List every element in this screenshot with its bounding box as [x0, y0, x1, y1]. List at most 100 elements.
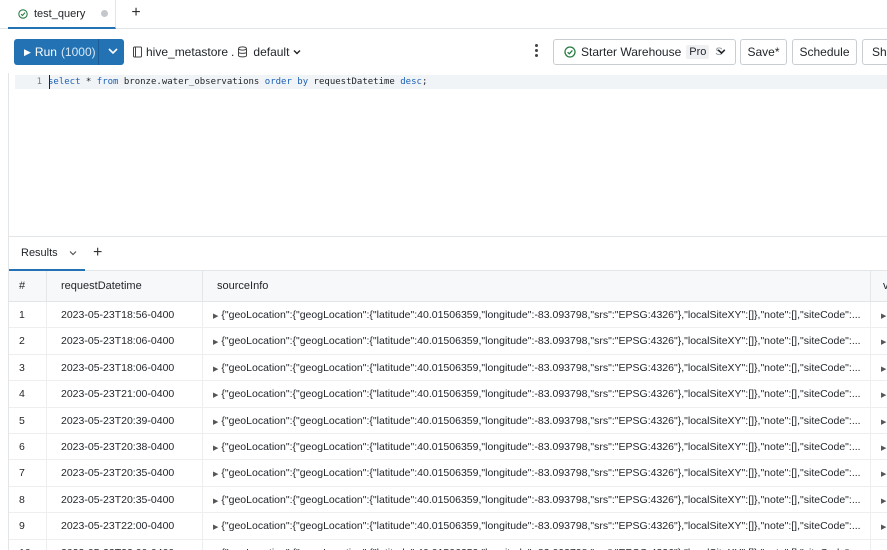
sql-text: requestDatetime: [308, 77, 401, 87]
cell-values[interactable]: ▶[{: [870, 539, 887, 550]
cell-sourceinfo[interactable]: ▶{"geoLocation":{"geogLocation":{"latitu…: [202, 328, 870, 355]
expand-triangle-icon[interactable]: ▶: [881, 313, 886, 320]
expand-triangle-icon[interactable]: ▶: [881, 524, 886, 531]
sql-editor-window: test_query + ▶ Run (1000) hive_metastore…: [0, 0, 887, 550]
column-header-values[interactable]: v: [870, 271, 887, 302]
table-row[interactable]: 3 2023-05-23T18:06-0400 ▶ {"geoLocation":{"…: [9, 354, 887, 382]
sql-code-editor[interactable]: 1 select * from bronze.water_observation…: [8, 73, 887, 236]
cell-sourceinfo[interactable]: ▶{"geoLocation":{"geogLocation":{"latitu…: [202, 407, 870, 434]
cell-requestdatetime[interactable]: 2023-05-23T18:06-0400: [46, 354, 202, 381]
check-circle-icon: [18, 8, 28, 19]
cell-requestdatetime[interactable]: 2023-05-23T18:06-0400: [46, 328, 202, 355]
cell-values[interactable]: ▶[{: [870, 407, 887, 434]
expand-triangle-icon[interactable]: ▶: [881, 498, 886, 505]
cell-values[interactable]: ▶[{: [870, 513, 887, 540]
cell-requestdatetime[interactable]: 2023-05-23T20:35-0400: [46, 460, 202, 487]
cell-sourceinfo-text: {"geoLocation":{"geogLocation":{"latitud…: [221, 335, 861, 348]
results-tab[interactable]: Results: [9, 237, 85, 271]
warehouse-tier-badge: Pro: [686, 45, 710, 59]
warehouse-selector[interactable]: Starter Warehouse Pro S: [553, 39, 736, 65]
add-query-tab-button[interactable]: +: [128, 4, 144, 22]
cell-values[interactable]: ▶[{: [870, 302, 887, 328]
text-cursor: [49, 75, 50, 89]
cell-values[interactable]: ▶[{: [870, 434, 887, 460]
cell-sourceinfo[interactable]: ▶{"geoLocation":{"geogLocation":{"latitu…: [202, 434, 870, 460]
expand-triangle-icon[interactable]: ▶: [881, 471, 886, 478]
run-button[interactable]: ▶ Run (1000): [14, 39, 124, 65]
table-row[interactable]: 7 2023-05-23T20:35-0400 ▶ {"geoLocation":{"…: [9, 460, 887, 487]
table-row[interactable]: 102023-05-23T22:00-0400▶{"geoLocation":{…: [9, 539, 887, 550]
run-divider: [98, 39, 99, 65]
sql-keyword: from: [96, 77, 119, 87]
table-row[interactable]: 1 2023-05-23T18:56-0400 ▶ {"geoLocation":{"…: [9, 302, 887, 329]
expand-triangle-icon[interactable]: ▶: [213, 366, 218, 373]
expand-triangle-icon[interactable]: ▶: [881, 366, 886, 373]
sql-text: *: [80, 77, 97, 87]
cell-sourceinfo[interactable]: ▶{"geoLocation":{"geogLocation":{"latitu…: [202, 486, 870, 513]
table-row[interactable]: 4 2023-05-23T21:00-0400 ▶ {"geoLocation":{"…: [9, 381, 887, 408]
expand-triangle-icon[interactable]: ▶: [213, 471, 218, 478]
cell-requestdatetime[interactable]: 2023-05-23T20:35-0400: [46, 486, 202, 513]
row-number: 2: [19, 335, 25, 348]
cell-requestdatetime[interactable]: 2023-05-23T22:00-0400: [46, 513, 202, 540]
cell-sourceinfo[interactable]: ▶{"geoLocation":{"geogLocation":{"latitu…: [202, 354, 870, 381]
row-number: 6: [19, 441, 25, 453]
cell-requestdatetime[interactable]: 2023-05-23T21:00-0400: [46, 381, 202, 408]
results-table: # requestDatetime sourceInfo v 1 2023-05-…: [8, 271, 887, 550]
catalog-separator: .: [231, 45, 235, 59]
sql-keyword: desc: [400, 77, 422, 87]
cell-sourceinfo[interactable]: ▶{"geoLocation":{"geogLocation":{"latitu…: [202, 381, 870, 408]
query-tab[interactable]: test_query: [8, 0, 116, 29]
table-row[interactable]: 2 2023-05-23T18:06-0400 ▶ {"geoLocation":{"…: [9, 328, 887, 355]
expand-triangle-icon[interactable]: ▶: [213, 339, 218, 346]
cell-values[interactable]: ▶[{: [870, 328, 887, 355]
code-line[interactable]: select * from bronze.water_observations …: [48, 75, 427, 89]
cell-sourceinfo[interactable]: ▶{"geoLocation":{"geogLocation":{"latitu…: [202, 460, 870, 487]
cell-requestdatetime[interactable]: 2023-05-23T20:38-0400: [46, 434, 202, 460]
cell-requestdatetime[interactable]: 2023-05-23T22:00-0400: [46, 539, 202, 550]
expand-triangle-icon[interactable]: ▶: [881, 339, 886, 346]
expand-triangle-icon[interactable]: ▶: [213, 313, 218, 320]
expand-triangle-icon[interactable]: ▶: [213, 524, 218, 531]
more-options-icon[interactable]: [534, 44, 540, 60]
cell-sourceinfo[interactable]: ▶{"geoLocation":{"geogLocation":{"latitu…: [202, 513, 870, 540]
expand-triangle-icon[interactable]: ▶: [213, 445, 218, 452]
expand-triangle-icon[interactable]: ▶: [881, 419, 886, 426]
row-number: 10: [9, 540, 46, 550]
line-number: 1: [36, 77, 42, 87]
share-button[interactable]: Sha: [862, 39, 887, 65]
cell-values[interactable]: ▶[{: [870, 381, 887, 408]
warehouse-name: Starter Warehouse: [581, 45, 682, 59]
catalog-book-icon: [133, 46, 142, 58]
cell-values[interactable]: ▶[{: [870, 354, 887, 381]
expand-triangle-icon[interactable]: ▶: [881, 445, 886, 452]
schema-name: default: [253, 45, 290, 59]
chevron-down-icon[interactable]: [68, 248, 78, 258]
expand-triangle-icon[interactable]: ▶: [881, 392, 886, 399]
table-row[interactable]: 6 2023-05-23T20:38-0400 ▶ {"geoLocation":{"…: [9, 434, 887, 461]
cell-sourceinfo[interactable]: ▶{"geoLocation":{"geogLocation":{"latitu…: [202, 539, 870, 550]
save-button[interactable]: Save*: [740, 39, 787, 65]
add-visualization-button[interactable]: +: [93, 244, 102, 262]
cell-values[interactable]: ▶[{: [870, 486, 887, 513]
table-row[interactable]: 8 2023-05-23T20:35-0400 ▶ {"geoLocation":{"…: [9, 486, 887, 514]
database-icon: [238, 46, 248, 58]
cell-requestdatetime[interactable]: 2023-05-23T18:56-0400: [46, 302, 202, 328]
expand-triangle-icon[interactable]: ▶: [213, 498, 218, 505]
cell-values[interactable]: ▶[{: [870, 460, 887, 487]
catalog-schema-selector[interactable]: hive_metastore . default: [132, 45, 305, 59]
run-limit: (1000): [60, 45, 96, 59]
run-options-chevron-icon[interactable]: [106, 44, 120, 58]
table-row[interactable]: 9 2023-05-23T22:00-0400 ▶ {"geoLocation":{"…: [9, 513, 887, 540]
table-row[interactable]: 5 2023-05-23T20:39-0400 ▶ {"geoLocation":{"…: [9, 407, 887, 434]
column-header-requestdatetime[interactable]: requestDatetime: [46, 271, 202, 302]
cell-requestdatetime[interactable]: 2023-05-23T20:39-0400: [46, 407, 202, 434]
column-header-index[interactable]: #: [9, 271, 46, 302]
table-header: # requestDatetime sourceInfo v: [9, 271, 887, 302]
expand-triangle-icon[interactable]: ▶: [213, 419, 218, 426]
schedule-button[interactable]: Schedule: [792, 39, 857, 65]
cell-sourceinfo[interactable]: ▶{"geoLocation":{"geogLocation":{"latitu…: [202, 302, 870, 328]
expand-triangle-icon[interactable]: ▶: [213, 392, 218, 399]
results-tab-label: Results: [21, 247, 58, 259]
column-header-sourceinfo[interactable]: sourceInfo: [202, 271, 870, 302]
